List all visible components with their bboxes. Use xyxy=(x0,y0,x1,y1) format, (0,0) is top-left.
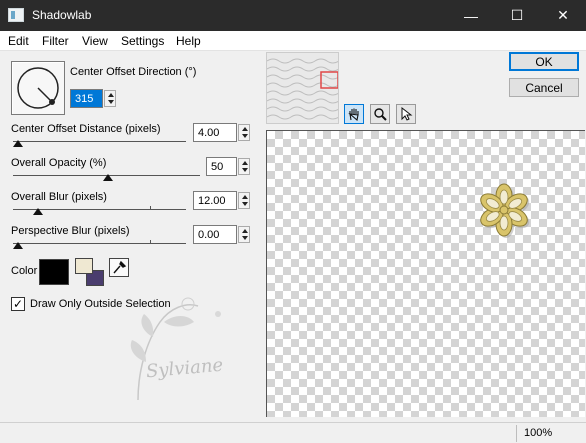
perspective-blur-slider-thumb[interactable] xyxy=(13,242,23,249)
main-preview-canvas[interactable] xyxy=(266,130,585,417)
maximize-button[interactable]: ☐ xyxy=(494,0,540,31)
color-label: Color xyxy=(11,265,38,277)
menu-edit[interactable]: Edit xyxy=(8,34,29,48)
status-separator xyxy=(516,425,517,442)
zoom-level: 100% xyxy=(524,427,553,439)
blur-input[interactable] xyxy=(193,191,237,210)
distance-slider-thumb[interactable] xyxy=(13,140,23,147)
hand-tool-button[interactable] xyxy=(344,104,364,124)
blur-slider-thumb[interactable] xyxy=(33,208,43,215)
app-icon xyxy=(8,8,24,22)
color-swatch-secondary[interactable] xyxy=(75,258,93,274)
arrow-tool-button[interactable] xyxy=(396,104,416,124)
direction-input[interactable] xyxy=(70,89,103,108)
title-bar: Shadowlab — ☐ ✕ xyxy=(0,0,586,31)
blur-slider-tick xyxy=(150,206,151,210)
distance-input[interactable] xyxy=(193,123,237,142)
watermark: Sylviane xyxy=(98,292,248,402)
arrow-icon xyxy=(401,107,413,121)
blur-spinner[interactable] xyxy=(238,192,250,209)
minimize-button[interactable]: — xyxy=(448,0,494,31)
direction-dial[interactable] xyxy=(11,61,65,115)
menu-help[interactable]: Help xyxy=(176,34,201,48)
zoom-icon xyxy=(374,108,387,121)
hand-icon xyxy=(348,108,359,121)
outside-selection-checkbox[interactable]: ✓ xyxy=(11,297,25,311)
flower-ornament xyxy=(480,183,530,238)
eyedropper-button[interactable] xyxy=(109,258,129,277)
perspective-blur-input[interactable] xyxy=(193,225,237,244)
opacity-spinner[interactable] xyxy=(238,158,250,175)
navigator-preview[interactable] xyxy=(266,52,339,124)
distance-spinner[interactable] xyxy=(238,124,250,141)
perspective-blur-spinner[interactable] xyxy=(238,226,250,243)
navigator-thumbnail xyxy=(267,53,338,123)
perspective-blur-slider-tick xyxy=(150,240,151,244)
direction-spinner[interactable] xyxy=(104,90,116,107)
status-bar: 100% xyxy=(0,422,586,443)
opacity-label: Overall Opacity (%) xyxy=(11,157,107,169)
direction-dial-icon xyxy=(17,67,59,109)
menu-filter[interactable]: Filter xyxy=(42,34,69,48)
perspective-blur-slider-track[interactable] xyxy=(13,243,186,244)
ok-button[interactable]: OK xyxy=(509,52,579,71)
perspective-blur-label: Perspective Blur (pixels) xyxy=(11,225,130,237)
close-button[interactable]: ✕ xyxy=(540,0,586,31)
blur-label: Overall Blur (pixels) xyxy=(11,191,107,203)
zoom-tool-button[interactable] xyxy=(370,104,390,124)
eyedropper-icon xyxy=(113,260,127,274)
distance-label: Center Offset Distance (pixels) xyxy=(11,123,161,135)
distance-slider-track[interactable] xyxy=(13,141,186,142)
cancel-button[interactable]: Cancel xyxy=(509,78,579,97)
menu-bar: Edit Filter View Settings Help xyxy=(0,31,586,51)
window-title: Shadowlab xyxy=(32,8,92,22)
opacity-slider-thumb[interactable] xyxy=(103,174,113,181)
menu-view[interactable]: View xyxy=(82,34,108,48)
watermark-flourish xyxy=(130,297,221,401)
opacity-input[interactable] xyxy=(206,157,237,176)
direction-label: Center Offset Direction (°) xyxy=(70,66,197,78)
color-swatch-primary[interactable] xyxy=(39,259,69,285)
menu-settings[interactable]: Settings xyxy=(121,34,164,48)
